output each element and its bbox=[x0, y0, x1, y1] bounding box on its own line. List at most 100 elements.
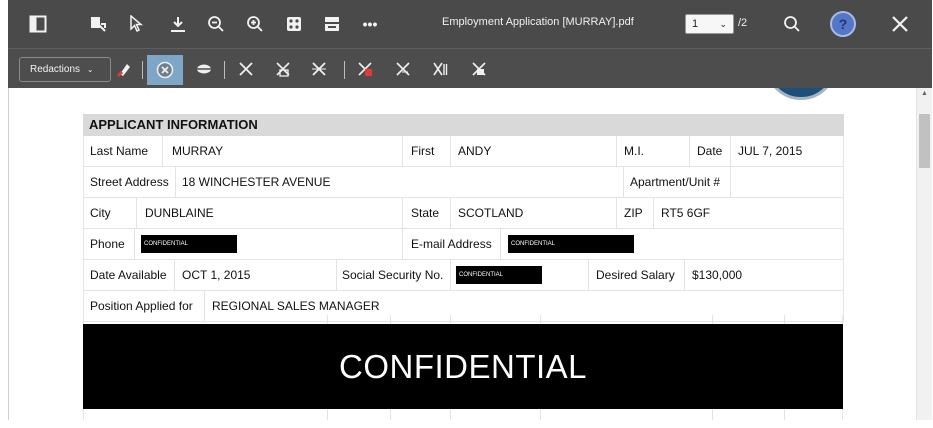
close-icon[interactable] bbox=[888, 12, 912, 36]
email-redaction[interactable]: CONFIDENTIAL bbox=[508, 235, 634, 253]
date-available-label: Date Available bbox=[90, 268, 167, 282]
cell-divider bbox=[784, 409, 785, 420]
form-row-name: Last Name MURRAY First ANDY M.I. Date JU… bbox=[83, 136, 844, 167]
cell-divider bbox=[540, 315, 541, 324]
top-toolbar: ••• Employment Application [MURRAY].pdf … bbox=[8, 0, 932, 48]
clear-redaction-icon[interactable] bbox=[235, 58, 257, 80]
redaction-toolbar: Redactions ⌄ bbox=[8, 48, 932, 88]
toolbar-divider bbox=[224, 61, 225, 79]
company-logo bbox=[765, 88, 837, 100]
eye-icon[interactable] bbox=[193, 58, 215, 80]
page-number-select[interactable]: 1 ⌄ bbox=[685, 14, 734, 34]
redact-marked-icon[interactable] bbox=[354, 58, 376, 80]
cell-divider bbox=[402, 136, 403, 166]
cell-divider bbox=[588, 260, 589, 290]
form-row-address: Street Address 18 WINCHESTER AVENUE Apar… bbox=[83, 167, 844, 198]
redact-search-icon[interactable] bbox=[468, 58, 490, 80]
street-address-label: Street Address bbox=[90, 175, 169, 189]
pointer-icon[interactable] bbox=[124, 12, 148, 36]
desired-salary-label: Desired Salary bbox=[596, 268, 675, 282]
more-options-icon[interactable]: ••• bbox=[358, 12, 382, 36]
cell-divider bbox=[623, 167, 624, 197]
redact-area-icon[interactable] bbox=[308, 58, 330, 80]
page-total: /2 bbox=[738, 17, 748, 29]
first-name-label: First bbox=[411, 144, 435, 158]
state-value: SCOTLAND bbox=[458, 206, 524, 220]
date-label: Date bbox=[697, 144, 723, 158]
cell-divider bbox=[450, 315, 451, 324]
form-row-city: City DUNBLAINE State SCOTLAND ZIP RT5 6G… bbox=[83, 198, 844, 229]
vertical-scrollbar[interactable]: ▲ bbox=[916, 88, 932, 420]
zip-value: RT5 6GF bbox=[661, 206, 711, 220]
mark-redaction-icon[interactable] bbox=[114, 58, 136, 80]
city-label: City bbox=[90, 206, 111, 220]
cell-divider bbox=[616, 198, 617, 228]
email-label: E-mail Address bbox=[411, 237, 492, 251]
zoom-out-icon[interactable] bbox=[204, 12, 228, 36]
search-icon[interactable] bbox=[780, 12, 804, 36]
zip-label: ZIP bbox=[624, 206, 643, 220]
scrollbar-thumb[interactable] bbox=[919, 114, 930, 168]
zoom-in-icon[interactable] bbox=[243, 12, 267, 36]
phone-label: Phone bbox=[90, 237, 125, 251]
redactions-dropdown[interactable]: Redactions ⌄ bbox=[19, 57, 111, 82]
cell-divider bbox=[653, 198, 654, 228]
sidebar-toggle-icon[interactable] bbox=[26, 12, 50, 36]
cell-divider bbox=[327, 409, 328, 420]
applicant-information-form: APPLICANT INFORMATION Last Name MURRAY F… bbox=[83, 114, 844, 322]
scroll-up-arrow-icon[interactable]: ▲ bbox=[921, 90, 928, 97]
desired-salary-value: $130,000 bbox=[692, 268, 743, 282]
print-icon[interactable] bbox=[320, 12, 344, 36]
cell-divider bbox=[616, 136, 617, 166]
date-value: JUL 7, 2015 bbox=[738, 144, 803, 158]
chevron-down-icon: ⌄ bbox=[719, 19, 727, 29]
cell-divider bbox=[730, 136, 731, 166]
redactions-label: Redactions bbox=[30, 64, 81, 75]
redact-all-icon[interactable] bbox=[429, 58, 451, 80]
document-title: Employment Application [MURRAY].pdf bbox=[442, 16, 634, 28]
table-row-partial bbox=[83, 315, 843, 324]
cell-divider bbox=[450, 136, 451, 166]
block-redaction[interactable]: CONFIDENTIAL bbox=[83, 324, 843, 409]
select-text-icon[interactable] bbox=[86, 12, 110, 36]
cell-divider bbox=[540, 409, 541, 420]
form-row-availability: Date Available OCT 1, 2015 Social Securi… bbox=[83, 260, 844, 291]
table-row-partial bbox=[83, 409, 843, 420]
cell-divider bbox=[450, 260, 451, 290]
cell-divider bbox=[712, 315, 713, 324]
cell-divider bbox=[689, 136, 690, 166]
cell-divider bbox=[390, 409, 391, 420]
cell-divider bbox=[162, 136, 163, 166]
cell-divider bbox=[730, 167, 731, 197]
middle-initial-label: M.I. bbox=[624, 144, 644, 158]
ssn-redaction[interactable]: CONFIDENTIAL bbox=[456, 266, 542, 284]
first-name-value: ANDY bbox=[458, 144, 492, 158]
form-row-contact: Phone CONFIDENTIAL E-mail Address CONFID… bbox=[83, 229, 844, 260]
dice-icon[interactable] bbox=[282, 12, 306, 36]
cell-divider bbox=[174, 260, 175, 290]
cell-divider bbox=[450, 409, 451, 420]
cell-divider bbox=[390, 315, 391, 324]
apply-redaction-icon[interactable] bbox=[147, 55, 183, 85]
document-viewer[interactable]: APPLICANT INFORMATION Last Name MURRAY F… bbox=[8, 88, 916, 420]
state-label: State bbox=[411, 206, 440, 220]
cell-divider bbox=[175, 167, 176, 197]
cell-divider bbox=[500, 229, 501, 259]
phone-redaction[interactable]: CONFIDENTIAL bbox=[141, 235, 237, 253]
toolbar-divider bbox=[142, 61, 143, 79]
redact-page-icon[interactable] bbox=[272, 58, 294, 80]
date-available-value: OCT 1, 2015 bbox=[182, 268, 251, 282]
help-icon[interactable]: ? bbox=[830, 11, 856, 37]
redact-text-icon[interactable] bbox=[392, 58, 414, 80]
cell-divider bbox=[136, 198, 137, 228]
cell-divider bbox=[712, 409, 713, 420]
street-address-value: 18 WINCHESTER AVENUE bbox=[182, 175, 331, 189]
city-value: DUNBLAINE bbox=[145, 206, 214, 220]
chevron-down-icon: ⌄ bbox=[86, 65, 94, 74]
cell-divider bbox=[784, 315, 785, 324]
cell-divider bbox=[402, 198, 403, 228]
ssn-label: Social Security No. bbox=[342, 268, 444, 282]
download-icon[interactable] bbox=[166, 12, 190, 36]
last-name-value: MURRAY bbox=[172, 144, 224, 158]
section-header: APPLICANT INFORMATION bbox=[83, 114, 844, 136]
